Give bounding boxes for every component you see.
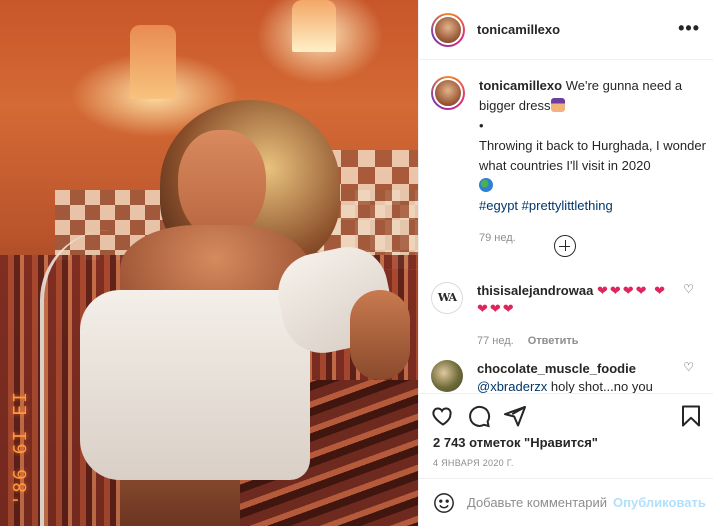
hashtag-egypt[interactable]: #egypt	[479, 198, 518, 213]
post-caption: tonicamillexo We're gunna need a bigger …	[431, 76, 706, 248]
hashtag-prettylittlething[interactable]: #prettylittlething	[522, 198, 613, 213]
comment-input[interactable]	[467, 495, 607, 510]
caption-text-line2: Throwing it back to Hurghada, I wonder w…	[479, 138, 706, 173]
comment-like-heart-icon[interactable]: ♡	[683, 360, 694, 374]
woman-gesturing-emoji-icon	[550, 98, 565, 112]
plus-circle-icon[interactable]	[554, 235, 576, 257]
caption-timestamp[interactable]: 79 нед.	[479, 228, 706, 248]
globe-emoji-icon	[479, 178, 493, 192]
emoji-icon[interactable]	[433, 492, 455, 514]
comment-item: chocolate_muscle_foodie @xbraderzx holy …	[431, 360, 706, 393]
post-date[interactable]: 4 ЯНВАРЯ 2020 Г.	[433, 458, 514, 468]
caption-bullet: •	[479, 118, 484, 133]
publish-button[interactable]: Опубликовать	[613, 495, 706, 510]
comment-text: holy shot...no you	[550, 379, 653, 393]
comment-timestamp[interactable]: 77 нед.	[477, 335, 514, 347]
commenter-username[interactable]: chocolate_muscle_foodie	[477, 361, 636, 376]
white-dress	[80, 290, 310, 480]
author-username[interactable]: tonicamillexo	[477, 22, 560, 37]
comment-like-heart-icon[interactable]: ♡	[683, 282, 694, 296]
post-photo[interactable]: '86 6I EI	[0, 0, 418, 526]
comment-item: WA thisisalejandrowaa ❤❤❤❤ ❤❤❤❤ 77 нед. О…	[431, 282, 706, 350]
post-header: tonicamillexo •••	[419, 0, 713, 60]
more-options-icon[interactable]: •••	[678, 19, 700, 37]
wall-lamp	[292, 0, 336, 52]
photo-date-stamp: '86 6I EI	[10, 390, 31, 506]
caption-avatar[interactable]	[431, 76, 465, 110]
wall-lamp	[130, 25, 176, 99]
action-bar	[419, 393, 713, 439]
commenter-avatar[interactable]	[431, 360, 463, 392]
author-avatar[interactable]	[431, 12, 465, 47]
person-arm	[350, 290, 410, 380]
likes-count[interactable]: 2 743 отметок "Нравится"	[433, 435, 598, 450]
commenter-avatar[interactable]: WA	[431, 282, 463, 314]
bookmark-icon[interactable]	[679, 404, 703, 428]
comment-icon[interactable]	[467, 404, 491, 428]
comments-section: tonicamillexo We're gunna need a bigger …	[419, 60, 713, 393]
share-icon[interactable]	[503, 404, 527, 428]
add-comment-bar: Опубликовать	[419, 478, 713, 526]
caption-username[interactable]: tonicamillexo	[479, 78, 562, 93]
reply-button[interactable]: Ответить	[528, 335, 579, 347]
heart-icon[interactable]	[431, 404, 455, 428]
commenter-username[interactable]: thisisalejandrowaa	[477, 283, 593, 298]
person-face	[178, 130, 266, 240]
comment-mention[interactable]: @xbraderzx	[477, 379, 547, 393]
post-side-panel: tonicamillexo ••• tonicamillexo We're gu…	[418, 0, 713, 526]
